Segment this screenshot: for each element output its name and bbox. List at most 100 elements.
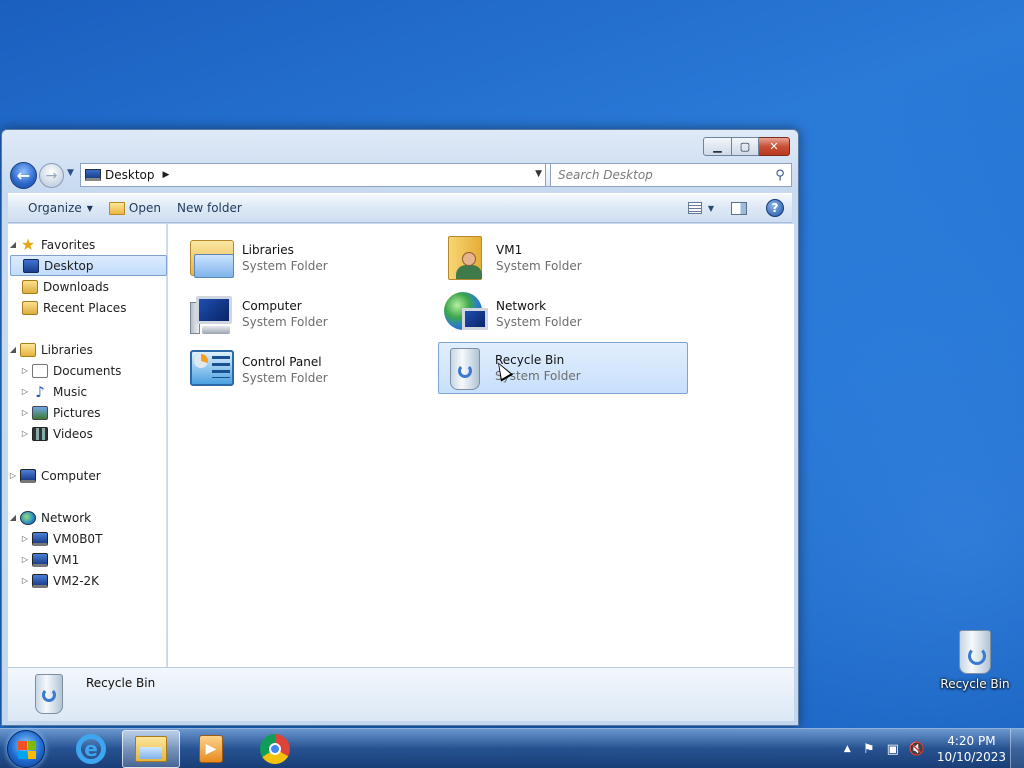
nav-downloads[interactable]: Downloads	[20, 276, 109, 297]
nav-pictures-label: Pictures	[53, 405, 101, 420]
nav-host-vm0b0t[interactable]: ▷ VM0B0T	[20, 528, 102, 549]
nav-host-vm1[interactable]: ▷ VM1	[20, 549, 79, 570]
pictures-icon	[32, 405, 48, 420]
item-computer[interactable]: Computer System Folder	[186, 288, 436, 340]
nav-favorites[interactable]: ◢ ★ Favorites	[8, 234, 95, 255]
item-recycle-bin[interactable]: Recycle Bin System Folder	[438, 342, 688, 394]
chevron-down-icon: ▼	[707, 203, 715, 213]
nav-recent-places-label: Recent Places	[43, 300, 127, 315]
explorer-window[interactable]: ▁ ▢ ✕ ← → ▼ Desktop ▶ ▼ ⇆ ⚲ Organize ▼ O…	[1, 129, 799, 726]
folder-icon	[108, 201, 125, 215]
system-tray: ▲ ⚑ ▣ 🔇 4:20 PM 10/10/2023	[844, 729, 1006, 768]
nav-host-vm2-2k[interactable]: ▷ VM2-2K	[20, 570, 99, 591]
nav-desktop[interactable]: Desktop	[10, 255, 167, 276]
control-panel-icon	[188, 346, 236, 394]
action-center-icon[interactable]: ⚑	[861, 741, 877, 757]
nav-downloads-label: Downloads	[43, 279, 109, 294]
nav-computer[interactable]: ▷ Computer	[8, 465, 101, 486]
expand-arrow-icon[interactable]: ◢	[8, 345, 18, 354]
nav-music[interactable]: ▷ ♪ Music	[20, 381, 87, 402]
breadcrumb-desktop[interactable]: Desktop	[105, 168, 155, 182]
nav-pictures[interactable]: ▷ Pictures	[20, 402, 101, 423]
new-folder-button[interactable]: New folder	[169, 196, 250, 220]
item-libraries[interactable]: Libraries System Folder	[186, 232, 436, 284]
taskbar-media-player[interactable]: ▶	[182, 730, 240, 768]
breadcrumb-arrow-icon[interactable]: ▶	[163, 170, 170, 180]
maximize-button[interactable]: ▢	[732, 137, 759, 156]
show-hidden-icons-icon[interactable]: ▲	[844, 744, 851, 754]
search-box: ⚲	[550, 163, 792, 187]
recent-pages-dropdown-icon[interactable]: ▼	[67, 168, 74, 178]
desktop-icon	[23, 258, 39, 273]
clock-date: 10/10/2023	[936, 750, 1006, 764]
help-button[interactable]: ?	[766, 199, 784, 217]
address-bar[interactable]: Desktop ▶ ▼	[80, 163, 546, 187]
nav-videos-label: Videos	[53, 426, 93, 441]
recycle-bin-icon	[959, 630, 991, 674]
nav-videos[interactable]: ▷ Videos	[20, 423, 93, 444]
expand-arrow-icon[interactable]: ▷	[8, 471, 18, 480]
recent-places-icon	[22, 300, 38, 315]
expand-arrow-icon[interactable]: ▷	[20, 387, 30, 396]
nav-documents[interactable]: ▷ Documents	[20, 360, 121, 381]
clock[interactable]: 4:20 PM 10/10/2023	[937, 733, 1006, 765]
command-bar: Organize ▼ Open New folder ▼ ?	[8, 193, 792, 223]
taskbar-windows-explorer[interactable]	[122, 730, 180, 768]
videos-icon	[32, 426, 48, 441]
libraries-icon	[20, 342, 36, 357]
windows-logo-icon	[18, 741, 36, 759]
item-control-panel[interactable]: Control Panel System Folder	[186, 344, 436, 396]
nav-network[interactable]: ◢ Network	[8, 507, 91, 528]
preview-pane-icon	[731, 201, 747, 215]
organize-button[interactable]: Organize ▼	[20, 196, 101, 220]
music-icon: ♪	[35, 382, 45, 401]
open-button[interactable]: Open	[101, 196, 169, 220]
network-icon	[442, 290, 490, 338]
preview-pane-button[interactable]	[726, 197, 752, 219]
change-view-button[interactable]: ▼	[682, 197, 720, 219]
nav-desktop-label: Desktop	[44, 258, 94, 273]
back-button[interactable]: ←	[10, 162, 37, 189]
search-input[interactable]	[558, 168, 769, 182]
desktop-recycle-bin[interactable]: Recycle Bin	[940, 630, 1010, 700]
recycle-bin-icon	[441, 344, 489, 392]
start-button[interactable]	[7, 730, 45, 768]
search-icon[interactable]: ⚲	[769, 168, 791, 183]
user-folder-icon	[442, 234, 490, 282]
network-status-icon[interactable]: ▣	[885, 741, 901, 757]
file-list: Libraries System Folder VM1 System Folder …	[168, 224, 794, 667]
clock-time: 4:20 PM	[947, 734, 996, 748]
nav-libraries[interactable]: ◢ Libraries	[8, 339, 93, 360]
item-vm1[interactable]: VM1 System Folder	[440, 232, 690, 284]
expand-arrow-icon[interactable]: ▷	[20, 429, 30, 438]
nav-host-label: VM2-2K	[53, 573, 100, 588]
taskbar-chrome[interactable]	[246, 730, 304, 768]
expand-arrow-icon[interactable]: ◢	[8, 240, 18, 249]
item-type: System Folder	[242, 259, 328, 273]
forward-button[interactable]: →	[39, 163, 64, 188]
libraries-icon	[188, 234, 236, 282]
nav-network-label: Network	[41, 510, 92, 525]
address-dropdown-icon[interactable]: ▼	[535, 169, 542, 179]
volume-muted-icon[interactable]: 🔇	[909, 741, 925, 757]
expand-arrow-icon[interactable]: ▷	[20, 576, 30, 585]
minimize-button[interactable]: ▁	[703, 137, 732, 156]
nav-host-label: VM0B0T	[53, 531, 103, 546]
nav-computer-label: Computer	[41, 468, 101, 483]
desktop-icon	[85, 169, 101, 181]
show-desktop-button[interactable]	[1010, 729, 1024, 768]
expand-arrow-icon[interactable]: ◢	[8, 513, 18, 522]
taskbar-internet-explorer[interactable]: e	[62, 730, 120, 768]
close-button[interactable]: ✕	[759, 137, 790, 156]
desktop-icon-label: Recycle Bin	[940, 677, 1010, 691]
computer-icon	[188, 290, 236, 338]
expand-arrow-icon[interactable]: ▷	[20, 408, 30, 417]
nav-recent-places[interactable]: Recent Places	[20, 297, 126, 318]
expand-arrow-icon[interactable]: ▷	[20, 366, 30, 375]
item-name: Libraries	[242, 243, 294, 257]
expand-arrow-icon[interactable]: ▷	[20, 555, 30, 564]
item-network[interactable]: Network System Folder	[440, 288, 690, 340]
chevron-down-icon: ▼	[86, 203, 93, 213]
recycle-bin-icon	[31, 672, 67, 718]
expand-arrow-icon[interactable]: ▷	[20, 534, 30, 543]
